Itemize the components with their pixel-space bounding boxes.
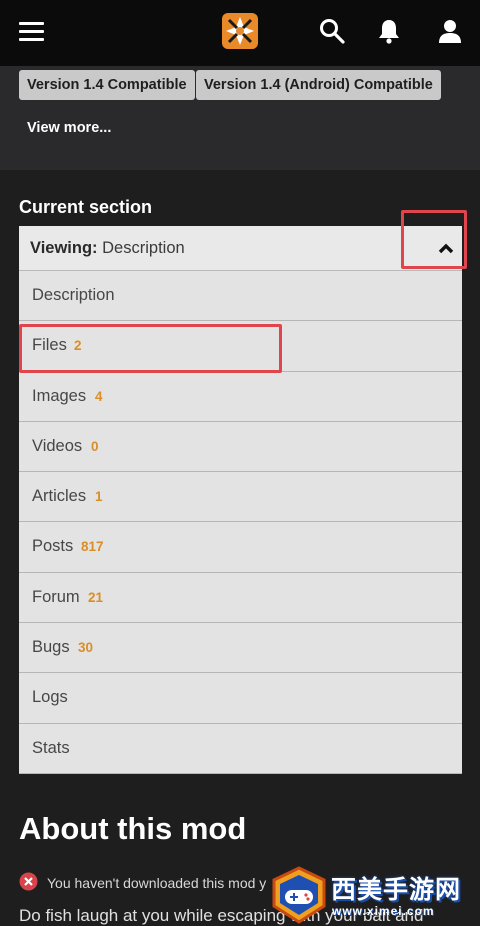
- user-icon[interactable]: [436, 17, 464, 45]
- tag-android-compatible[interactable]: Version 1.4 (Android) Compatible: [196, 70, 441, 100]
- tab-label: Articles: [32, 487, 87, 506]
- error-icon: [19, 872, 38, 891]
- current-section-heading: Current section: [19, 197, 153, 217]
- gamepad-logo-icon: [272, 866, 326, 924]
- hamburger-menu-icon[interactable]: [19, 22, 44, 42]
- tab-count: 21: [88, 589, 104, 605]
- tab-posts[interactable]: Posts 817: [19, 522, 462, 573]
- top-navigation-bar: [0, 0, 480, 66]
- about-mod-heading: About this mod: [19, 811, 247, 846]
- tab-stats[interactable]: Stats: [19, 723, 462, 774]
- tab-articles[interactable]: Articles 1: [19, 472, 462, 523]
- bell-icon[interactable]: [375, 17, 403, 45]
- tab-count: 1: [95, 489, 103, 505]
- watermark-url: www.ximei.com: [332, 904, 435, 918]
- tab-images[interactable]: Images 4: [19, 371, 462, 422]
- tag-version-compatible[interactable]: Version 1.4 Compatible: [19, 70, 195, 100]
- viewing-value: Description: [102, 239, 185, 257]
- tab-label: Forum: [32, 587, 80, 606]
- site-watermark: 西美手游网 www.ximei.com: [268, 864, 480, 926]
- viewing-prefix: Viewing:: [30, 239, 98, 257]
- tab-bugs[interactable]: Bugs 30: [19, 623, 462, 674]
- tab-label: Logs: [32, 688, 68, 707]
- annotation-highlight-chevron: [401, 210, 467, 269]
- tab-count: 4: [95, 388, 103, 404]
- view-more-link[interactable]: View more...: [27, 120, 111, 136]
- tab-count: 0: [91, 438, 99, 454]
- tab-label: Images: [32, 386, 87, 405]
- tab-label: Description: [32, 286, 115, 304]
- download-warning-text: You haven't downloaded this mod y: [47, 875, 267, 891]
- nexus-logo-icon[interactable]: [221, 12, 259, 50]
- tab-label: Bugs: [32, 638, 70, 657]
- section-selector[interactable]: Viewing: Description: [19, 226, 462, 271]
- tab-label: Posts: [32, 537, 74, 556]
- tab-label: Stats: [32, 738, 70, 757]
- annotation-highlight-files: [19, 324, 282, 373]
- tab-description[interactable]: Description: [19, 271, 462, 322]
- mod-tags-panel: Version 1.4 Compatible Version 1.4 (Andr…: [0, 66, 480, 170]
- tab-logs[interactable]: Logs: [19, 673, 462, 724]
- tab-count: 30: [78, 640, 94, 656]
- search-icon[interactable]: [318, 17, 346, 45]
- watermark-text: 西美手游网: [331, 875, 462, 904]
- tab-forum[interactable]: Forum 21: [19, 572, 462, 624]
- tab-count: 817: [81, 539, 104, 555]
- tab-videos[interactable]: Videos 0: [19, 421, 462, 473]
- tab-label: Videos: [32, 436, 83, 455]
- viewing-label: Viewing: Description: [30, 239, 185, 258]
